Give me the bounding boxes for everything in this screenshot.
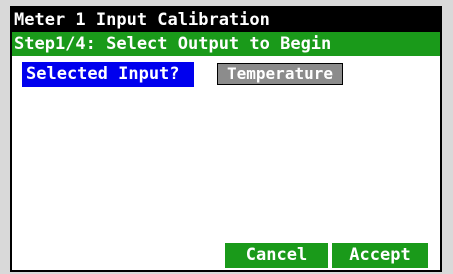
step-instruction: Step1/4: Select Output to Begin — [12, 32, 440, 56]
selected-input-label: Selected Input? — [22, 62, 194, 87]
selected-input-field[interactable]: Temperature — [217, 63, 343, 85]
accept-button[interactable]: Accept — [332, 243, 428, 268]
cancel-button[interactable]: Cancel — [225, 243, 328, 268]
calibration-screen: Meter 1 Input Calibration Step1/4: Selec… — [10, 6, 442, 272]
page-title: Meter 1 Input Calibration — [12, 8, 440, 32]
